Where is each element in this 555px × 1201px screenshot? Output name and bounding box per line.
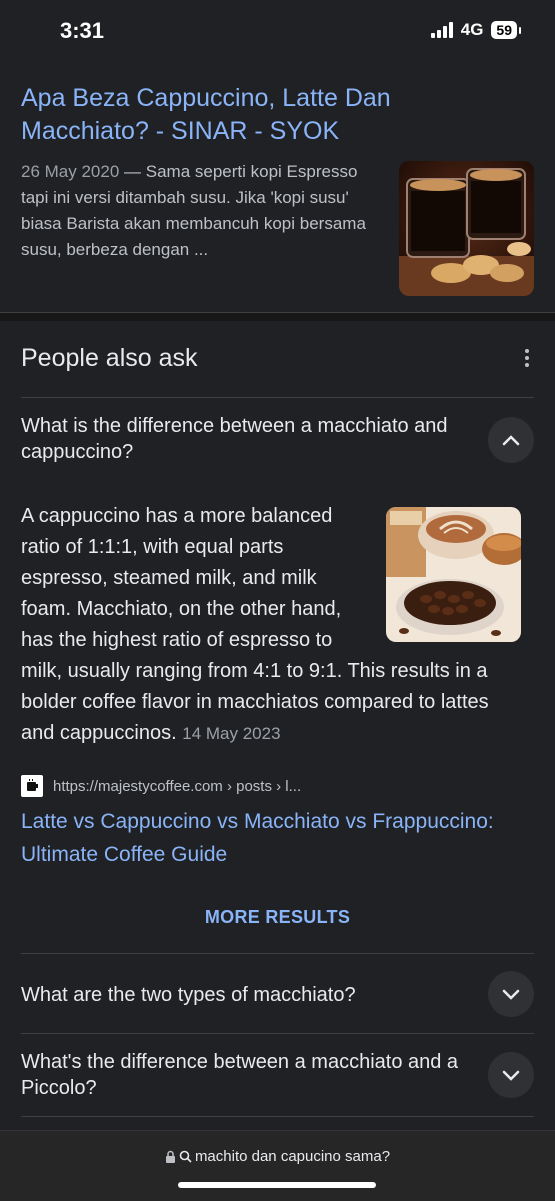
address-query: machito dan capucino sama? [194,1148,391,1165]
answer-image[interactable] [386,507,521,642]
source-title-link[interactable]: Latte vs Cappuccino vs Macchiato vs Frap… [21,805,521,871]
search-icon [179,1150,192,1163]
divider [21,1033,534,1034]
signal-icon [430,22,453,38]
browser-bottom-bar [0,1130,555,1201]
status-bar: 3:31 4G 59 [0,0,555,64]
network-type: 4G [460,20,484,39]
chevron-up-icon [502,435,520,446]
result-date: 26 May 2020 [21,162,120,181]
more-results-button[interactable]: MORE RESULTS [0,907,555,928]
more-options-icon[interactable] [517,345,537,371]
paa-question[interactable]: What's the difference between a macchiat… [21,1049,461,1101]
paa-question[interactable]: What are the two types of macchiato? [21,982,461,1008]
snippet-separator: — [119,162,146,181]
lock-icon [165,1150,175,1163]
home-indicator[interactable] [178,1182,376,1188]
expand-button[interactable] [488,971,534,1017]
chevron-down-icon [502,1070,520,1081]
answer-source[interactable]: https://majestycoffee.com › posts › l... [21,775,301,797]
status-icons: 4G 59 [430,20,521,40]
paa-question-expanded[interactable]: What is the difference between a macchia… [21,413,461,465]
result-title-link[interactable]: Apa Beza Cappuccino, Latte Dan Macchiato… [21,82,421,148]
chevron-down-icon [502,989,520,1000]
address-bar[interactable]: machito dan capucino sama? [0,1148,555,1165]
source-url: https://majestycoffee.com › posts › l... [53,777,302,795]
result-thumbnail[interactable] [399,161,534,296]
battery-icon: 59 [491,21,521,39]
section-divider [0,312,555,321]
people-also-ask-heading: People also ask [21,344,198,372]
divider [21,1116,534,1117]
search-result-card[interactable]: Apa Beza Cappuccino, Latte Dan Macchiato… [0,64,555,312]
collapse-button[interactable] [488,417,534,463]
answer-date: 14 May 2023 [182,724,281,743]
divider [21,397,534,398]
divider [21,953,534,954]
status-time: 3:31 [60,18,105,43]
paa-answer: A cappuccino has a more balanced ratio o… [21,501,521,749]
result-snippet: 26 May 2020 — Sama seperti kopi Espresso… [21,159,381,263]
site-favicon-icon [21,775,43,797]
expand-button[interactable] [488,1052,534,1098]
